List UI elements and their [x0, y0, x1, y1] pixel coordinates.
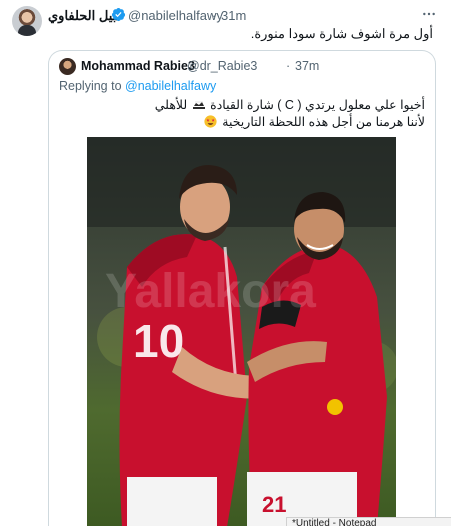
tweet-photo[interactable]: 10 21 Yallakora [87, 137, 396, 526]
replying-to: Replying to @nabilelhalfawy [59, 79, 216, 93]
star-struck-emoji-icon [204, 115, 217, 128]
crown-icon [192, 101, 205, 109]
quoted-author-handle[interactable]: @dr_Rabie3 [187, 59, 257, 73]
tweet-text: أول مرة اشوف شارة سودا منورة. [250, 26, 433, 41]
quoted-text-line-1-a: أخيوا علي معلول يرتدي ( C ) شارة القيادة [210, 98, 425, 112]
quoted-author-name[interactable]: Mohammad Rabie3 [81, 59, 195, 73]
quoted-text-line-1-b: للأهلي [154, 98, 188, 112]
quoted-text-line-1: أخيوا علي معلول يرتدي ( C ) شارة القيادة… [155, 97, 425, 112]
author-handle[interactable]: @nabilelhalfawy [128, 8, 223, 23]
quoted-text-line-2-text: لأننا هرمنا من أجل هذه اللحظة التاريخية [222, 115, 425, 129]
jersey-number-right: 21 [262, 492, 286, 517]
quoted-tweet-card[interactable]: Mohammad Rabie3 @dr_Rabie3 · 37m Replyin… [48, 50, 436, 526]
quoted-tweet-time[interactable]: 37m [295, 59, 319, 73]
jersey-number-left: 10 [133, 315, 184, 367]
replying-to-prefix: Replying to [59, 79, 126, 93]
author-name[interactable]: نبيل الحلفاوي [48, 8, 120, 24]
quoted-text-line-2: لأننا هرمنا من أجل هذه اللحظة التاريخية [202, 114, 425, 129]
author-avatar[interactable] [12, 6, 42, 36]
photo-watermark: Yallakora [105, 265, 316, 318]
photo-illustration: 10 21 Yallakora [87, 137, 396, 526]
separator-dot: · [212, 8, 217, 23]
notepad-window-hint[interactable]: *Untitled - Notepad [286, 517, 451, 526]
quoted-separator-dot: · [286, 59, 291, 73]
tweet[interactable]: نبيل الحلفاوي @nabilelhalfawy · 31m أول … [0, 0, 451, 526]
tweet-time[interactable]: 31m [221, 8, 246, 23]
verified-badge-icon [111, 7, 126, 22]
replying-to-mention[interactable]: @nabilelhalfawy [125, 79, 216, 93]
more-options-icon[interactable] [421, 6, 437, 22]
quoted-author-avatar[interactable] [59, 58, 76, 75]
